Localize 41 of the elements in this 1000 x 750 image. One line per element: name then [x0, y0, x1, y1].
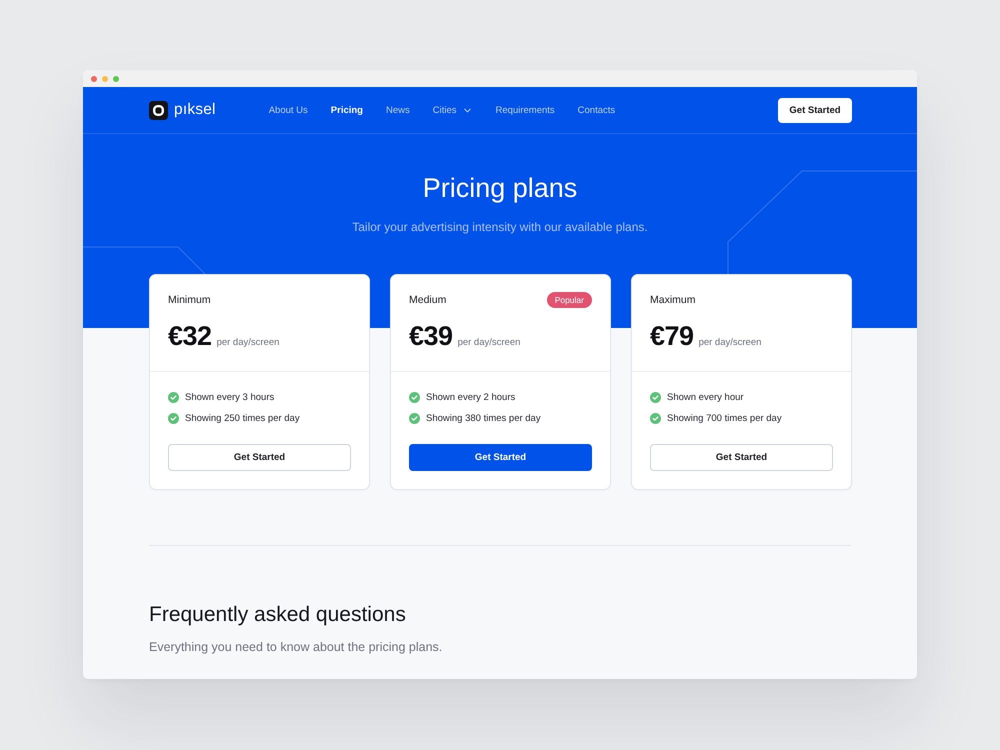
get-started-button[interactable]: Get Started [778, 98, 852, 122]
check-circle-icon [168, 392, 179, 402]
check-circle-icon [168, 412, 179, 424]
price-unit: per day/screen [458, 337, 520, 348]
nav-link[interactable]: Requirements [496, 104, 555, 116]
check-circle-icon [409, 392, 420, 402]
feature-text: Showing 250 times per day [185, 412, 300, 424]
nav-link[interactable]: Contacts [578, 104, 616, 116]
window-dot-icon[interactable] [102, 76, 108, 82]
window-dot-icon[interactable] [91, 76, 97, 82]
plan-price: €79 [650, 321, 694, 351]
section-title: Frequently asked questions [149, 602, 407, 628]
page-subtitle: Tailor your advertising intensity with our available plans. [352, 219, 648, 235]
price-unit: per day/screen [698, 337, 762, 348]
section-subtitle: Everything you need to know about the pricing plans. [149, 639, 444, 655]
window-dot-icon[interactable] [113, 76, 119, 82]
get-started-button[interactable]: Get Started [168, 444, 351, 471]
feature-text: Showing 380 times per day [426, 412, 541, 424]
feature-text: Shown every 2 hours [426, 392, 516, 402]
plan-name: Minimum [168, 294, 211, 306]
feature-text: Shown every 3 hours [185, 392, 274, 402]
feature-text: Shown every hour [667, 392, 744, 402]
plan-badge: Popular [546, 292, 592, 308]
feature-text: Showing 700 times per day [667, 412, 782, 424]
logo-text: pıksel [174, 101, 216, 119]
check-circle-icon [409, 412, 420, 424]
nav-link[interactable]: Pricing [330, 104, 363, 116]
check-circle-icon [650, 392, 661, 402]
nav-link[interactable]: About Us [268, 104, 308, 116]
check-circle-icon [650, 412, 661, 424]
nav-dropdown[interactable]: Cities [432, 104, 473, 116]
nav-link[interactable]: News [386, 104, 410, 116]
plan-name: Medium [409, 294, 446, 306]
logo-icon [149, 100, 168, 120]
page-title: Pricing plans [422, 172, 578, 204]
get-started-button[interactable]: Get Started [409, 444, 592, 471]
get-started-button[interactable]: Get Started [650, 444, 833, 471]
plan-price: €32 [168, 321, 212, 351]
plan-price: €39 [409, 321, 453, 351]
price-unit: per day/screen [216, 337, 280, 348]
plan-name: Maximum [650, 294, 696, 306]
